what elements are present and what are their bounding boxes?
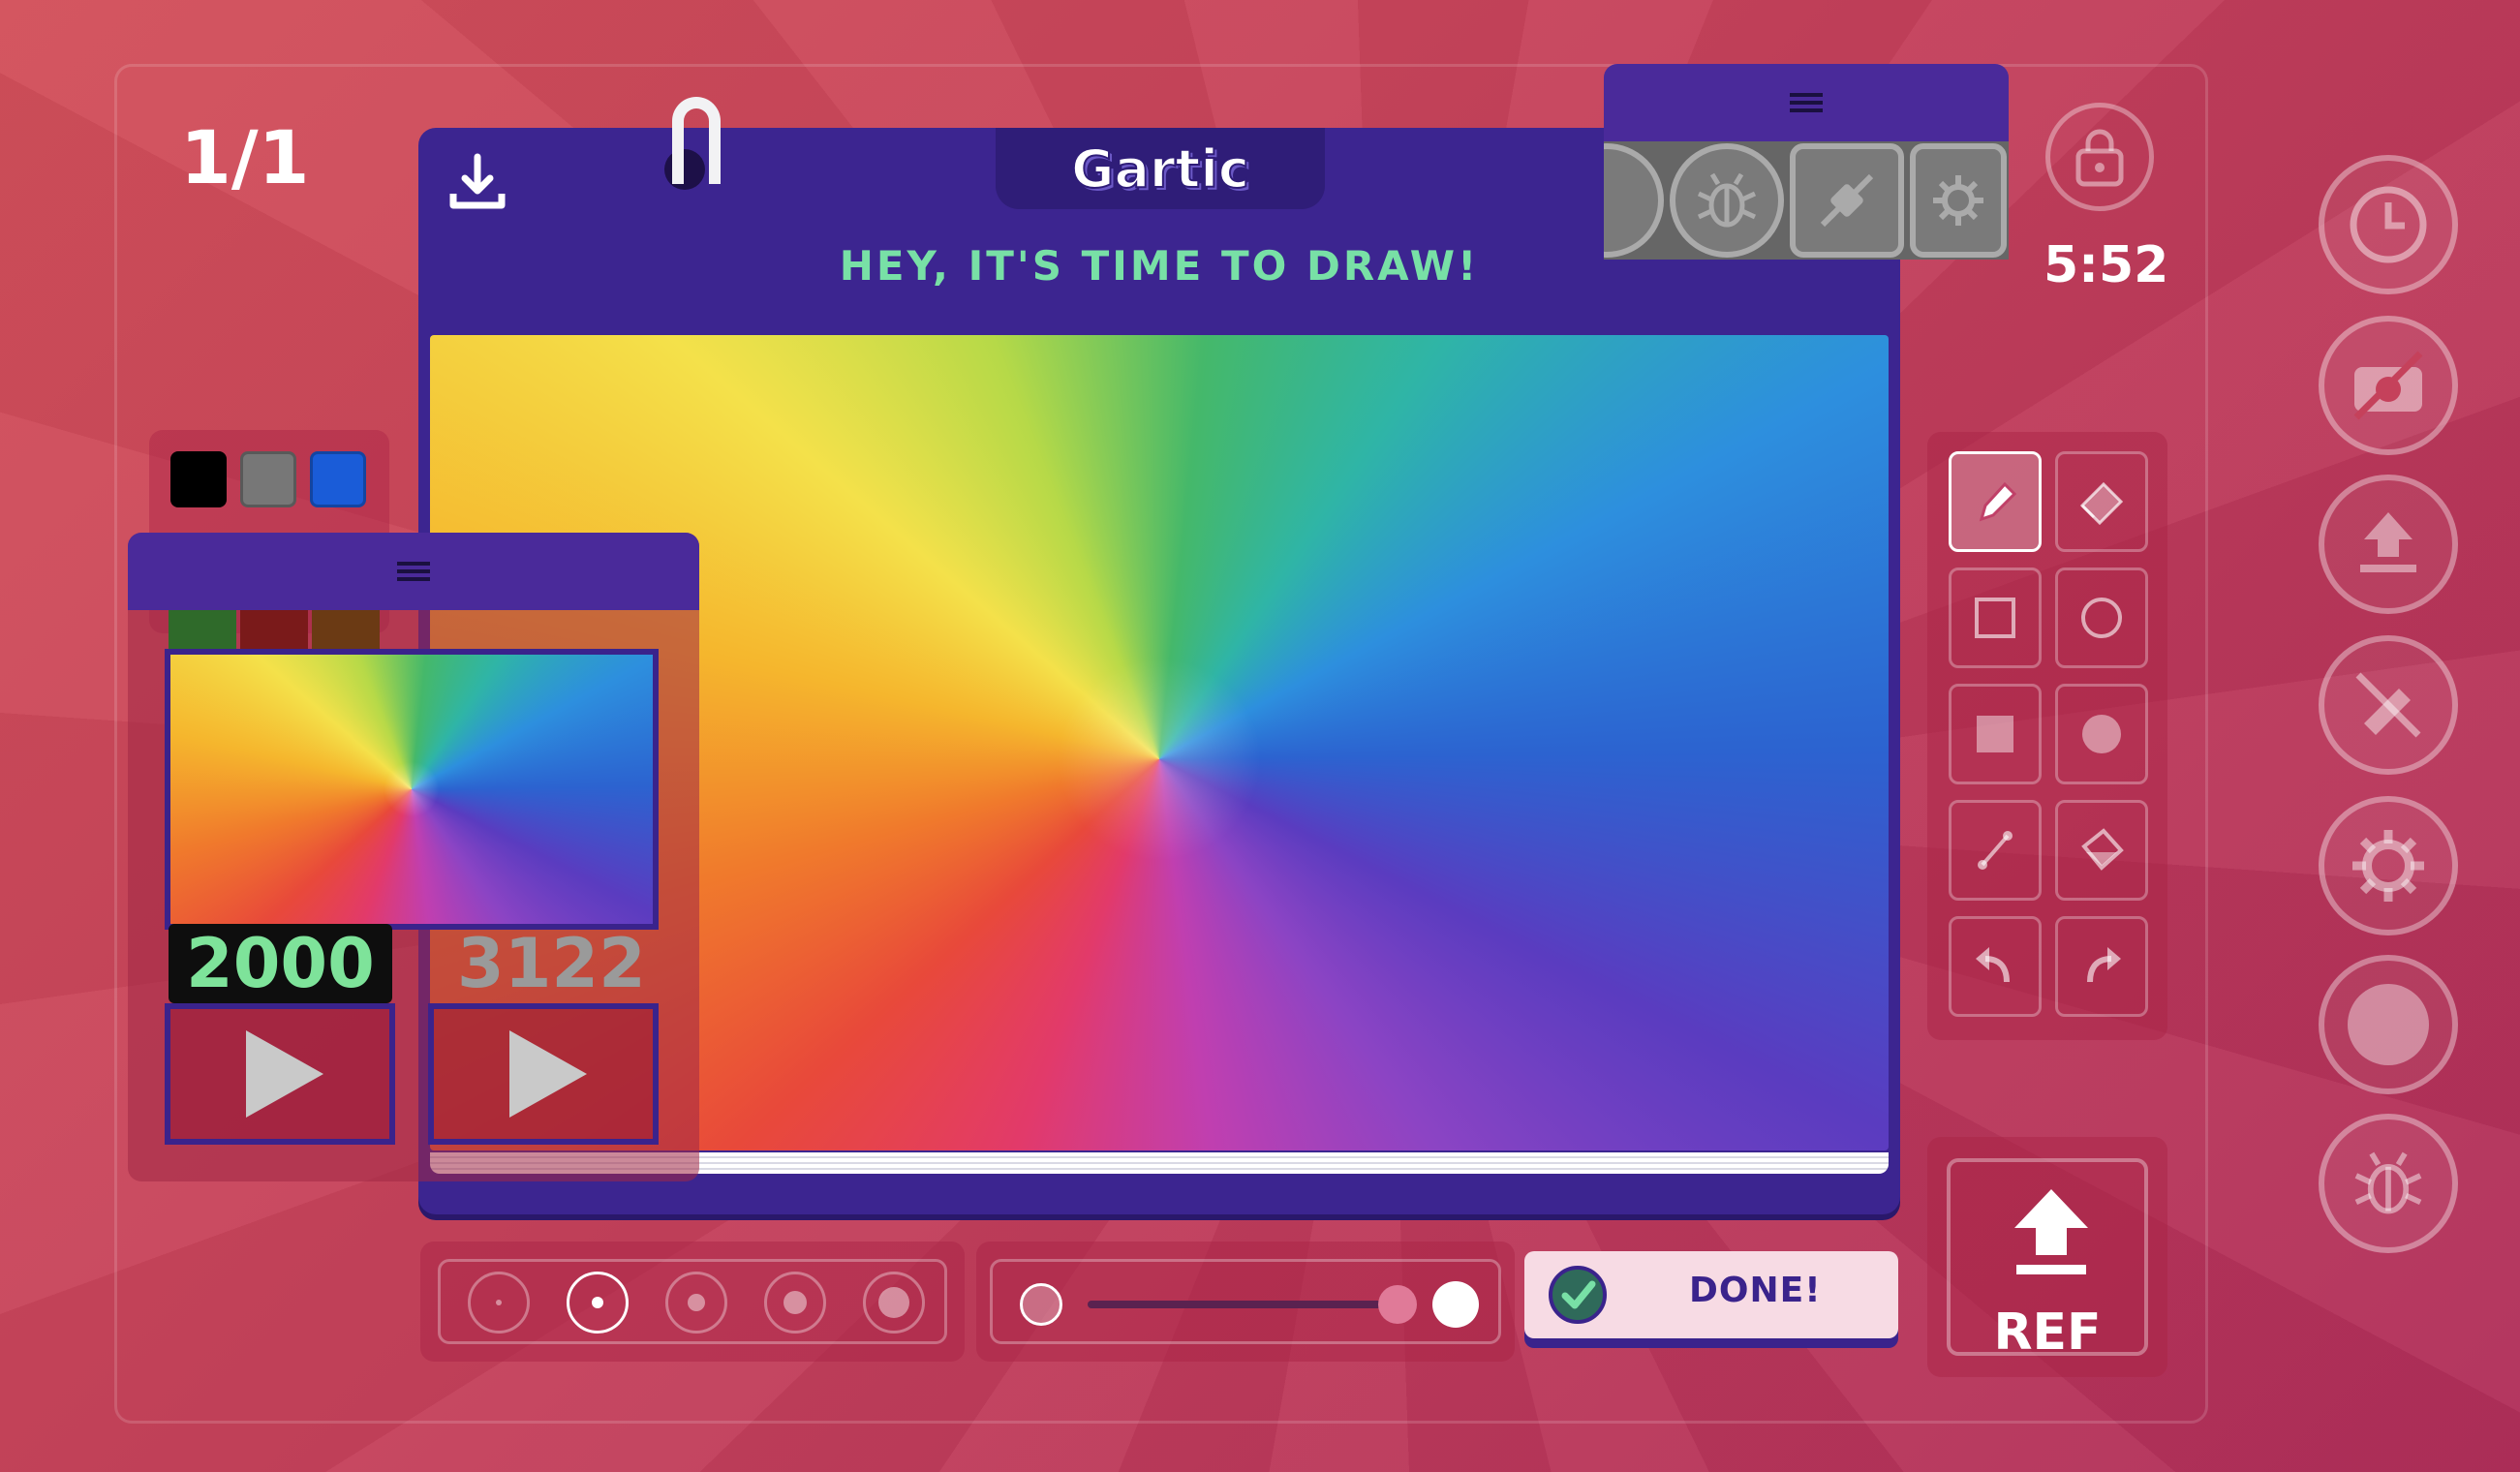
value-b: 3122 [457, 924, 646, 1003]
play-icon [246, 1030, 323, 1118]
ext-bug-button[interactable] [1670, 143, 1784, 258]
filled-ellipse-icon [2082, 715, 2121, 753]
timer: 5:52 [2044, 236, 2169, 294]
brush-size-4[interactable] [764, 1272, 826, 1334]
gartic-logo: Gartic [1070, 138, 1250, 200]
extension-toolbar-panel [1604, 64, 2009, 260]
fill-tool[interactable] [2055, 800, 2148, 901]
gear-icon [1933, 175, 1983, 226]
filled-rectangle-tool[interactable] [1949, 684, 2042, 784]
ref-button[interactable]: REF [1947, 1158, 2148, 1362]
lock-button[interactable] [2045, 103, 2154, 211]
filled-rectangle-icon [1977, 716, 2013, 752]
clock-button[interactable] [2319, 155, 2458, 294]
done-label: DONE! [1689, 1271, 1822, 1310]
ring-binder [672, 97, 721, 184]
upload-button[interactable] [2319, 475, 2458, 614]
camera-off-button[interactable] [2319, 316, 2458, 455]
filled-ellipse-tool[interactable] [2055, 684, 2148, 784]
opacity-group [990, 1259, 1501, 1344]
brush-size-group [438, 1259, 947, 1344]
redo-tool[interactable] [2055, 916, 2148, 1017]
eraser-icon [2079, 481, 2124, 526]
swatch-brown[interactable] [312, 610, 380, 649]
logo-tab: Gartic [996, 128, 1325, 209]
clock-icon [2350, 186, 2427, 263]
swatch-green[interactable] [169, 610, 236, 649]
brush-size-panel [420, 1242, 965, 1362]
download-icon [449, 153, 506, 209]
pencil-tool[interactable] [1949, 451, 2042, 552]
hamburger-icon [397, 562, 430, 581]
no-draw-button[interactable] [2319, 635, 2458, 775]
rectangle-icon [1975, 598, 2015, 638]
circle-button[interactable] [2319, 955, 2458, 1094]
ellipse-tool[interactable] [2055, 567, 2148, 668]
brush-size-1[interactable] [468, 1272, 530, 1334]
opacity-min-icon [1020, 1283, 1062, 1326]
bug-icon [2354, 1151, 2422, 1214]
brush-size-3[interactable] [665, 1272, 727, 1334]
line-icon [1978, 831, 2013, 870]
ellipse-icon [2081, 598, 2122, 638]
no-pen-icon [2355, 672, 2421, 738]
bug-report-button[interactable] [2319, 1114, 2458, 1253]
done-button[interactable]: DONE! [1524, 1251, 1898, 1338]
play-button-b[interactable] [428, 1003, 659, 1145]
play-button-a[interactable] [165, 1003, 395, 1145]
opacity-slider-handle[interactable] [1378, 1285, 1417, 1324]
rectangle-tool[interactable] [1949, 567, 2042, 668]
undo-icon [1976, 947, 2010, 983]
opacity-slider-track[interactable] [1088, 1301, 1396, 1308]
preview-thumbnail [165, 649, 659, 930]
download-button[interactable] [444, 149, 511, 217]
upload-icon [2360, 512, 2416, 572]
swatch-blue[interactable] [310, 451, 366, 507]
unplug-icon [1820, 173, 1874, 228]
value-a: 2000 [169, 924, 392, 1003]
pencil-icon [1979, 481, 2017, 522]
settings-button[interactable] [2319, 796, 2458, 935]
circle-icon [2348, 984, 2429, 1065]
check-icon [1549, 1266, 1607, 1324]
ref-panel: REF [1927, 1137, 2167, 1377]
ext-partial-button[interactable] [1604, 143, 1664, 258]
undo-tool[interactable] [1949, 916, 2042, 1017]
brush-size-2[interactable] [567, 1272, 629, 1334]
opacity-panel [976, 1242, 1515, 1362]
preview-panel: 2000 3122 [128, 533, 699, 1181]
brush-size-5[interactable] [863, 1272, 925, 1334]
play-icon [509, 1030, 587, 1118]
round-counter: 1/1 [180, 114, 310, 200]
extension-buttons [1604, 141, 2009, 260]
bug-icon [1697, 172, 1757, 228]
redo-icon [2087, 947, 2121, 983]
tools-panel [1927, 432, 2167, 1040]
preview-drag-handle[interactable] [128, 533, 699, 610]
swatch-black[interactable] [170, 451, 227, 507]
gear-icon [2352, 830, 2424, 902]
eraser-tool[interactable] [2055, 451, 2148, 552]
opacity-max-icon [1432, 1281, 1479, 1328]
camera-off-icon [2353, 351, 2423, 420]
line-tool[interactable] [1949, 800, 2042, 901]
fill-bucket-icon [2081, 828, 2124, 871]
swatch-dark-red[interactable] [240, 610, 308, 649]
ext-settings-button[interactable] [1910, 143, 2007, 258]
upload-arrow-icon [2014, 1189, 2088, 1274]
ext-plug-button[interactable] [1790, 143, 1904, 258]
swatch-gray[interactable] [240, 451, 296, 507]
hamburger-icon [1790, 93, 1823, 112]
lock-icon [2075, 129, 2124, 187]
ref-label: REF [1993, 1303, 2102, 1362]
drag-handle[interactable] [1604, 64, 2009, 141]
